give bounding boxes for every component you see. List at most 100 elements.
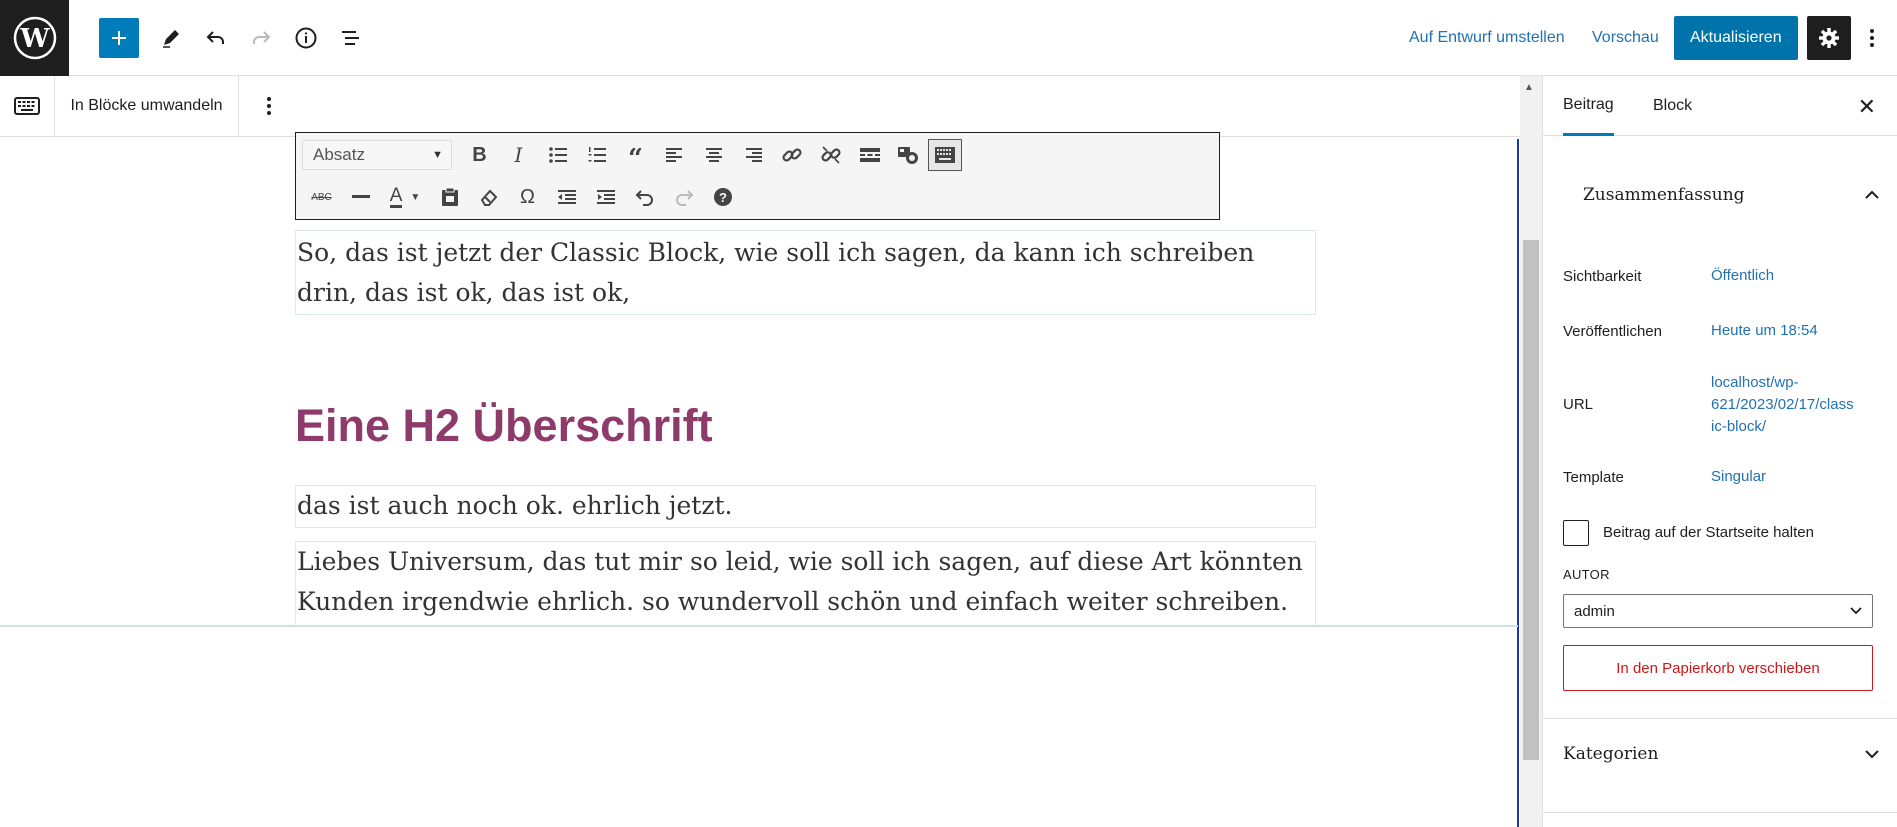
mce-undo-button[interactable] [625,180,664,214]
undo-button[interactable] [196,18,236,58]
url-value[interactable]: localhost/wp- 621/2023/02/17/class ic-bl… [1711,372,1854,438]
keyboard-shortcuts-button[interactable]: ? [703,180,742,214]
italic-button[interactable]: I [499,138,538,172]
add-media-button[interactable] [889,138,928,172]
block-divider [0,625,1518,627]
redo-button[interactable] [241,18,281,58]
plus-icon [112,31,126,45]
keyboard-toggle-button[interactable] [0,76,55,136]
bullet-list-icon [548,147,567,163]
toolbar-toggle-button[interactable] [928,139,962,171]
insert-more-button[interactable] [850,138,889,172]
bullet-list-button[interactable] [538,138,577,172]
tab-block[interactable]: Block [1653,76,1692,136]
move-to-trash-button[interactable]: In den Papierkorb verschieben [1563,645,1873,691]
indent-icon [596,190,615,204]
preview-button[interactable]: Vorschau [1592,29,1659,47]
author-select[interactable]: admin [1563,594,1873,628]
unlink-icon [820,146,841,164]
gear-icon [1819,28,1839,48]
details-button[interactable] [286,18,326,58]
insert-link-button[interactable] [772,138,811,172]
text-color-button[interactable]: A ▼ [380,180,430,214]
author-label: AUTOR [1563,567,1610,582]
list-view-button[interactable] [331,18,371,58]
categories-panel-title: Kategorien [1563,744,1659,764]
switch-to-draft-button[interactable]: Auf Entwurf umstellen [1409,29,1565,47]
more-vertical-icon [267,97,271,115]
template-value[interactable]: Singular [1711,466,1766,488]
update-button[interactable]: Aktualisieren [1674,16,1798,60]
convert-to-blocks-button[interactable]: In Blöcke umwandeln [55,76,239,136]
tools-button[interactable] [151,18,191,58]
remove-link-button[interactable] [811,138,850,172]
special-character-button[interactable]: Ω [508,180,547,214]
outdent-button[interactable] [547,180,586,214]
paste-text-button[interactable] [430,180,469,214]
outdent-icon [557,190,576,204]
italic-icon: I [514,143,523,167]
blockquote-button[interactable]: “ [616,138,655,172]
redo-icon [675,190,693,206]
keyboard-icon [935,147,955,163]
settings-sidebar: Beitrag Block ✕ Zusammenfassung Sichtbar… [1542,76,1897,827]
publish-label: Veröffentlichen [1563,323,1662,340]
eraser-icon [480,189,497,206]
summary-panel-header[interactable]: Zusammenfassung [1543,172,1897,218]
horizontal-line-button[interactable] [341,180,380,214]
canvas-scrollbar-thumb[interactable] [1523,240,1539,760]
strikethrough-button[interactable]: ABC [302,180,341,214]
wordpress-icon: W [13,16,56,60]
format-select[interactable]: Absatz ▼ [302,140,452,170]
caret-down-icon: ▼ [432,149,443,161]
svg-text:?: ? [719,190,727,205]
author-select-value: admin [1574,602,1615,620]
tab-post[interactable]: Beitrag [1563,76,1614,136]
undo-icon [635,190,653,206]
chevron-down-icon [1850,607,1862,615]
heading-h2[interactable]: Eine H2 Überschrift [295,400,713,452]
paragraph-block[interactable]: das ist auch noch ok. ehrlich jetzt. [295,485,1316,528]
canvas-focus-border [1517,139,1519,827]
scroll-up-arrow-icon[interactable]: ▲ [1524,82,1534,93]
clipboard-icon [441,187,458,206]
url-line: localhost/wp- [1711,374,1799,391]
keyboard-icon [14,97,40,115]
chevron-down-icon [1865,750,1879,759]
chevron-up-icon [1865,190,1879,199]
bold-icon: B [472,143,487,166]
horizontal-line-icon [351,195,370,198]
text-color-icon: A [389,184,403,208]
clear-formatting-button[interactable] [469,180,508,214]
mce-redo-button[interactable] [664,180,703,214]
convert-to-blocks-label: In Blöcke umwandeln [70,97,223,114]
sticky-checkbox[interactable] [1563,520,1589,546]
paragraph-block-long[interactable]: Liebes Universum, das tut mir so leid, w… [295,541,1316,626]
numbered-list-button[interactable] [577,138,616,172]
panel-separator [1543,812,1897,813]
add-block-button[interactable] [99,18,139,58]
pencil-icon [163,30,179,48]
settings-button[interactable] [1807,16,1851,60]
wordpress-logo-button[interactable]: W [0,0,69,76]
help-icon: ? [713,188,732,206]
sticky-label: Beitrag auf der Startseite halten [1603,524,1814,541]
align-right-button[interactable] [733,138,772,172]
align-center-button[interactable] [694,138,733,172]
svg-text:W: W [19,24,50,54]
url-line: 621/2023/02/17/class [1711,396,1854,413]
bold-button[interactable]: B [460,138,499,172]
publish-value[interactable]: Heute um 18:54 [1711,320,1818,342]
media-icon [897,147,918,164]
editor-header: W Auf Entwurf umstellen Vorschau Aktuali… [0,0,1897,76]
align-left-button[interactable] [655,138,694,172]
indent-button[interactable] [586,180,625,214]
visibility-value[interactable]: Öffentlich [1711,265,1774,287]
categories-panel-header[interactable]: Kategorien [1543,719,1897,789]
more-vertical-icon[interactable] [1868,26,1876,50]
format-select-value: Absatz [313,145,365,164]
block-options-button[interactable] [239,76,299,136]
classic-block-paragraph[interactable]: So, das ist jetzt der Classic Block, wie… [295,230,1316,315]
url-label: URL [1563,396,1594,413]
close-icon[interactable]: ✕ [1858,94,1876,120]
